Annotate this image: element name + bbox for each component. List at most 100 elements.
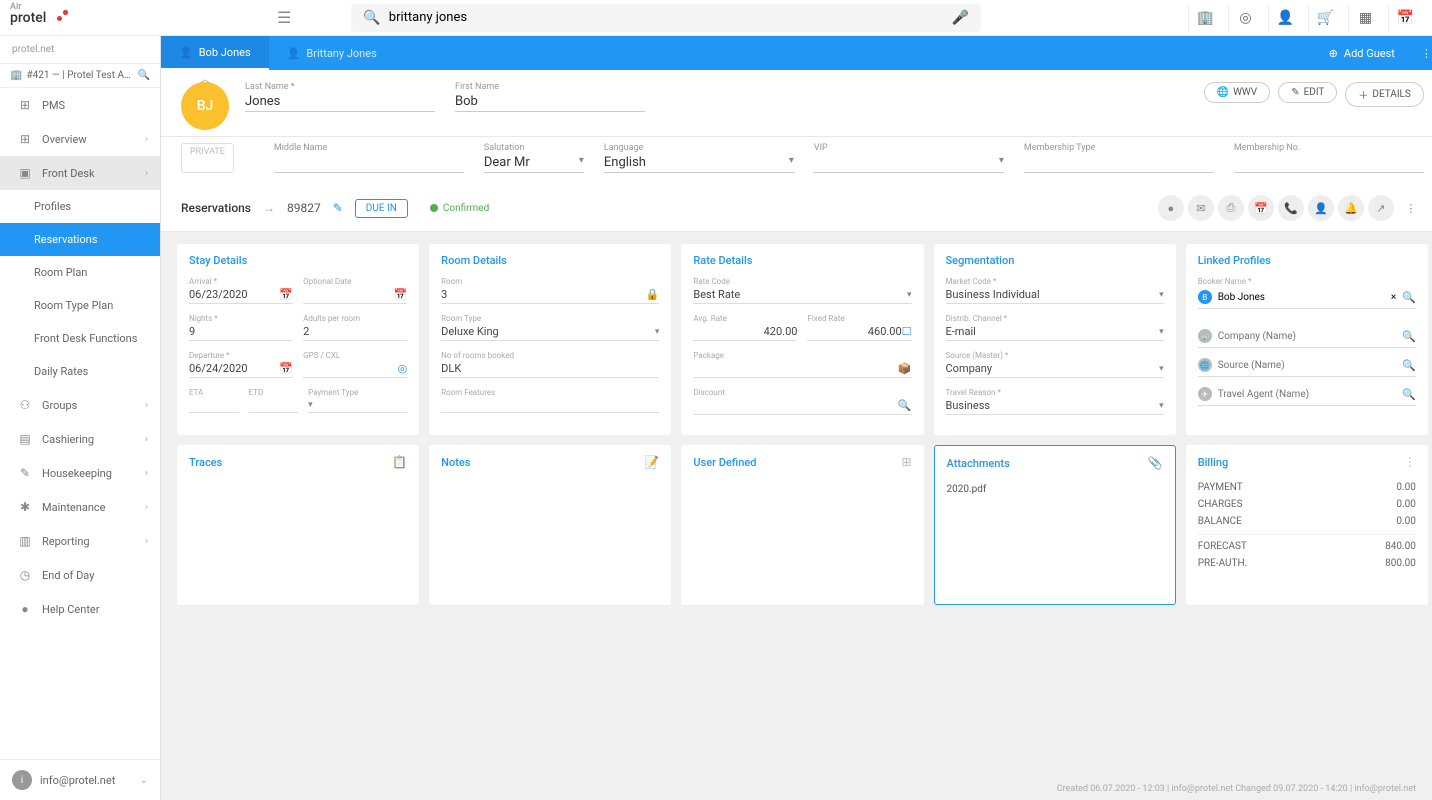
sidebar-item-cashiering[interactable]: ▤Cashiering› <box>0 422 160 456</box>
language-select[interactable]: English <box>604 155 794 173</box>
booker-input[interactable] <box>1218 292 1385 303</box>
add-note-icon[interactable]: 📝 <box>644 455 659 469</box>
sidebar-item-reporting[interactable]: ▥Reporting› <box>0 524 160 558</box>
optional-date-input[interactable]: 📅 <box>303 286 407 304</box>
search-icon[interactable]: 🔍 <box>1402 330 1416 343</box>
gps-input[interactable]: ◎ <box>303 360 407 378</box>
sidebar-item-reservations[interactable]: Reservations <box>0 223 160 256</box>
salutation-select[interactable]: Dear Mr <box>484 155 584 173</box>
last-name-input[interactable]: Jones <box>245 94 435 112</box>
bell-icon[interactable]: 🔔 <box>1338 195 1364 221</box>
agent-input[interactable] <box>1218 389 1396 400</box>
package-icon[interactable]: 📦 <box>898 362 912 375</box>
adults-input[interactable]: 2 <box>303 323 407 341</box>
nav-icon: ✎ <box>18 466 32 480</box>
sidebar-item-front-desk-functions[interactable]: Front Desk Functions <box>0 322 160 355</box>
company-input[interactable] <box>1218 331 1396 342</box>
sidebar-item-help-center[interactable]: ●Help Center <box>0 592 160 626</box>
sidebar-item-groups[interactable]: ⚇Groups› <box>0 388 160 422</box>
membership-type-input[interactable] <box>1024 155 1214 173</box>
first-name-input[interactable]: Bob <box>455 94 645 112</box>
checkbox-icon[interactable]: ☐ <box>902 325 912 338</box>
arrival-input[interactable]: 06/23/2020📅 <box>189 286 293 304</box>
person-icon[interactable]: 👤 <box>1308 195 1334 221</box>
add-trace-icon[interactable]: 📋 <box>392 455 407 469</box>
hotel-selector[interactable]: 🏢 #421 — | Protel Test API Demo 🔍 <box>0 63 160 88</box>
attachment-item[interactable]: 2020.pdf <box>947 480 1163 499</box>
channel-select[interactable]: E-mail <box>946 323 1164 341</box>
tab-menu-icon[interactable]: ⋮ <box>1409 47 1432 60</box>
billing-menu-icon[interactable]: ⋮ <box>1404 455 1416 469</box>
discount-input[interactable]: 🔍 <box>693 397 911 415</box>
sidebar-item-end-of-day[interactable]: ◷End of Day <box>0 558 160 592</box>
target-icon[interactable]: ◎ <box>1228 4 1262 32</box>
search-input[interactable] <box>389 10 944 25</box>
lock-icon[interactable]: 🔒 <box>646 288 660 301</box>
more-icon[interactable]: ⋮ <box>1398 195 1424 221</box>
search-icon[interactable]: 🔍 <box>1402 291 1416 304</box>
market-code-select[interactable]: Business Individual <box>946 286 1164 304</box>
departure-input[interactable]: 06/24/2020📅 <box>189 360 293 378</box>
etd-input[interactable] <box>249 397 299 413</box>
membership-no-input[interactable] <box>1234 155 1424 173</box>
clear-icon[interactable]: × <box>1391 292 1396 303</box>
nights-input[interactable]: 9 <box>189 323 293 341</box>
phone-icon[interactable]: 📞 <box>1278 195 1304 221</box>
search-icon[interactable]: 🔍 <box>1402 388 1416 401</box>
sidebar-item-daily-rates[interactable]: Daily Rates <box>0 355 160 388</box>
vip-select[interactable] <box>814 155 1004 173</box>
rate-code-select[interactable]: Best Rate <box>693 286 911 304</box>
print-icon[interactable]: ⎙ <box>1218 195 1244 221</box>
search-icon[interactable]: 🔍 <box>898 399 912 412</box>
room-input[interactable]: 3🔒 <box>441 286 659 304</box>
edit-button[interactable]: ✎EDIT <box>1278 82 1337 103</box>
search-icon[interactable]: 🔍 <box>138 70 150 81</box>
room-features-input[interactable] <box>441 397 659 413</box>
sidebar-item-overview[interactable]: ⊞Overview› <box>0 122 160 156</box>
sidebar-item-front-desk[interactable]: ▣Front Desk› <box>0 156 160 190</box>
share-icon[interactable]: ↗ <box>1368 195 1394 221</box>
package-input[interactable]: 📦 <box>693 360 911 378</box>
person-icon[interactable]: 👤 <box>1268 4 1302 32</box>
grid-icon[interactable]: ▦ <box>1348 4 1382 32</box>
calendar-icon[interactable]: 📅 <box>279 362 293 375</box>
search-icon[interactable]: 🔍 <box>1402 359 1416 372</box>
sidebar-item-housekeeping[interactable]: ✎Housekeeping› <box>0 456 160 490</box>
location-icon[interactable]: ◎ <box>398 362 408 375</box>
calendar-icon[interactable]: 📅 <box>279 288 293 301</box>
wwv-button[interactable]: 🌐WWV <box>1204 82 1271 103</box>
building-icon[interactable]: 🏢 <box>1188 4 1222 32</box>
tenant-label: protel.net <box>0 36 160 63</box>
sidebar-item-maintenance[interactable]: ✱Maintenance› <box>0 490 160 524</box>
eta-input[interactable] <box>189 397 239 413</box>
calendar-icon[interactable]: 📅 <box>1248 195 1274 221</box>
source-input[interactable] <box>1218 360 1396 371</box>
sidebar-item-profiles[interactable]: Profiles <box>0 190 160 223</box>
guest-tab[interactable]: 👤Brittany Jones <box>269 36 395 70</box>
middle-name-input[interactable] <box>274 155 464 173</box>
sidebar-item-room-plan[interactable]: Room Plan <box>0 256 160 289</box>
edit-reservation-icon[interactable]: ✎ <box>333 201 343 215</box>
add-attachment-icon[interactable]: 📎 <box>1148 456 1163 470</box>
guest-avatar[interactable]: ︿ BJ <box>181 82 229 130</box>
menu-toggle-icon[interactable]: ☰ <box>277 8 291 27</box>
note-icon[interactable]: ● <box>1158 195 1184 221</box>
global-search[interactable]: 🔍 🎤 <box>351 4 981 32</box>
add-udf-icon[interactable]: ⊞ <box>901 455 911 469</box>
source-select[interactable]: Company <box>946 360 1164 378</box>
calendar-icon[interactable]: 📅 <box>393 288 407 301</box>
guest-tab[interactable]: 👤Bob Jones <box>161 36 269 70</box>
sidebar-item-pms[interactable]: ⊞PMS <box>0 88 160 122</box>
mail-icon[interactable]: ✉ <box>1188 195 1214 221</box>
reason-select[interactable]: Business <box>946 397 1164 415</box>
add-guest-button[interactable]: ⊕ Add Guest <box>1315 47 1409 60</box>
payment-type-select[interactable] <box>308 397 407 413</box>
mic-icon[interactable]: 🎤 <box>952 10 969 26</box>
room-type-select[interactable]: Deluxe King <box>441 323 659 341</box>
details-button[interactable]: ＋DETAILS <box>1345 82 1424 107</box>
sidebar-item-room-type-plan[interactable]: Room Type Plan <box>0 289 160 322</box>
cart-icon[interactable]: 🛒 <box>1308 4 1342 32</box>
fixed-rate-input[interactable]: 460.00☐ <box>807 323 911 341</box>
calendar-icon[interactable]: 📅 <box>1388 4 1422 32</box>
sidebar-user[interactable]: i info@protel.net ⌄ <box>0 759 160 800</box>
